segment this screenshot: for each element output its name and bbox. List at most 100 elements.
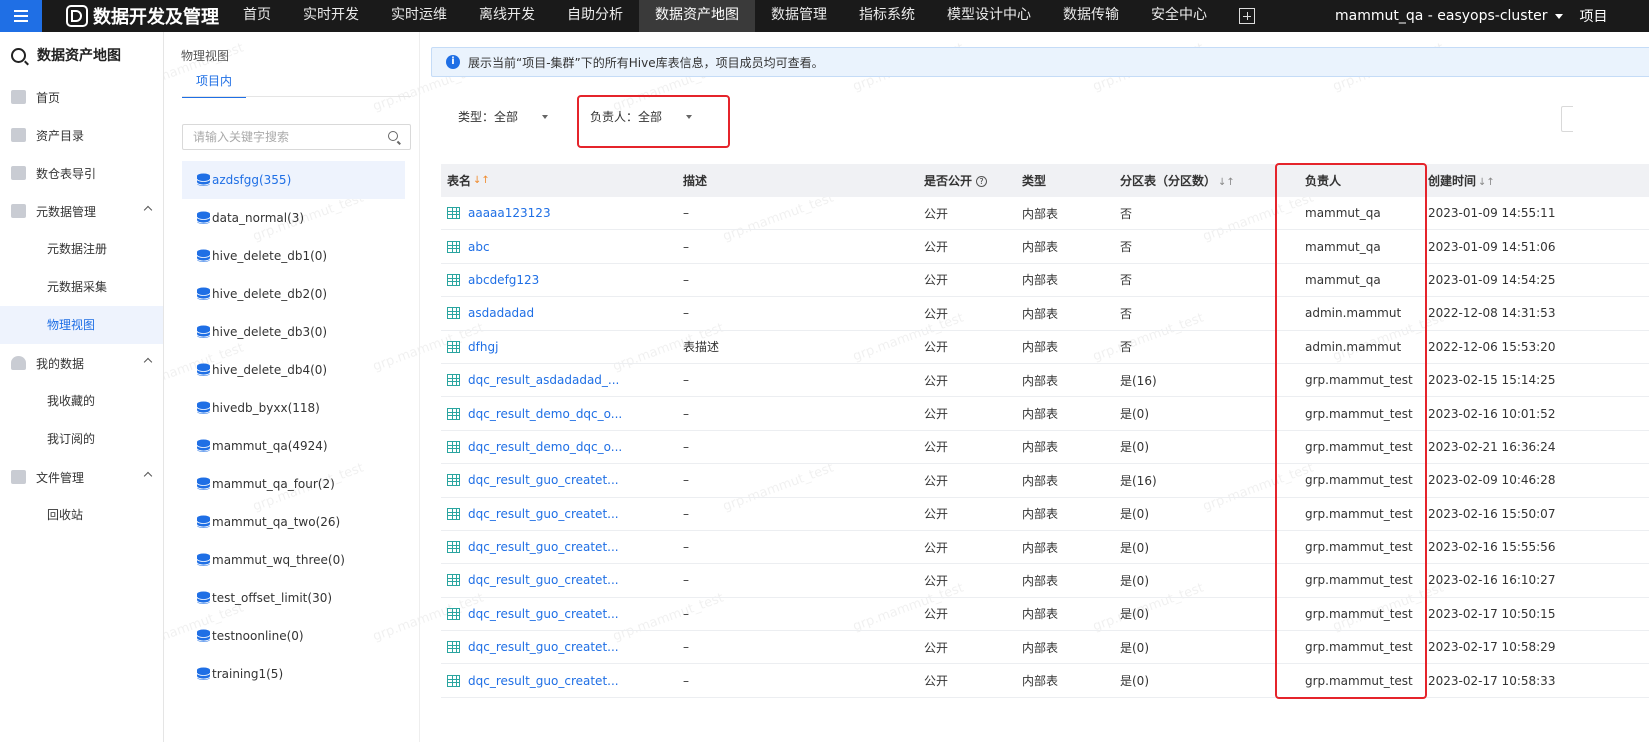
table-name-link[interactable]: dqc_result_guo_createt... [468, 573, 619, 587]
column-header-create-time[interactable]: 创建时间 ↓↑ [1428, 172, 1568, 189]
table-name-link[interactable]: aaaaa123123 [468, 206, 551, 220]
sidebar-group-file-management[interactable]: 文件管理 [0, 458, 163, 496]
cell-public: 公开 [924, 674, 949, 689]
owner-column-highlight [1275, 163, 1427, 699]
nav-item[interactable]: 安全中心 [1135, 0, 1223, 32]
nav-item[interactable]: 数据资产地图 [639, 0, 755, 32]
chevron-down-icon[interactable] [1555, 13, 1564, 19]
tree-item-database[interactable]: hive_delete_db1(0) [182, 237, 405, 275]
cell-create-time: 2022-12-08 14:31:53 [1428, 306, 1556, 321]
nav-item[interactable]: 自助分析 [551, 0, 639, 32]
tree-item-database[interactable]: azdsfgg(355) [182, 161, 405, 199]
nav-project-menu[interactable]: 项目 [1579, 6, 1607, 26]
nav-item[interactable]: 实时开发 [287, 0, 375, 32]
table-row[interactable]: dqc_result_guo_createt... – 公开 内部表 是(0) grp.m… [441, 598, 1649, 632]
table-name-link[interactable]: dqc_result_guo_createt... [468, 640, 619, 654]
nav-item[interactable]: 数据管理 [755, 0, 843, 32]
tree-item-database[interactable]: hivedb_byxx(118) [182, 389, 405, 427]
sort-icon[interactable]: ↓↑ [1478, 177, 1495, 188]
sidebar-item-metadata-collect[interactable]: 元数据采集 [0, 268, 163, 306]
table-row[interactable]: dqc_result_guo_createt... – 公开 内部表 是(16) grp.… [441, 464, 1649, 498]
column-header-name[interactable]: 表名 ↓↑ [441, 172, 677, 189]
tree-item-database[interactable]: hive_delete_db2(0) [182, 275, 405, 313]
help-icon[interactable]: ? [976, 176, 988, 187]
tree-item-database[interactable]: hive_delete_db4(0) [182, 351, 405, 389]
tree-item-database[interactable]: mammut_wq_three(0) [182, 541, 405, 579]
table-row[interactable]: dqc_result_asdadadad_... – 公开 内部表 是(16) grp.m… [441, 364, 1649, 398]
tree-item-database[interactable]: mammut_qa_four(2) [182, 465, 405, 503]
tree-item-database[interactable]: mammut_qa_two(26) [182, 503, 405, 541]
table-row[interactable]: aaaaa123123– 公开 内部表否 mammut_qa 2023-01-09 14… [441, 197, 1649, 231]
cell-name: dqc_result_guo_createt... [441, 507, 677, 521]
table-name-link[interactable]: asdadadad [468, 306, 534, 320]
table-row[interactable]: dfhgj 表描述 公开 内部表否 admin.mammut 2022-12-06 15:… [441, 331, 1649, 364]
table-row[interactable]: dqc_result_guo_createt... – 公开 内部表 是(0) grp.m… [441, 498, 1649, 531]
cell-desc: – [683, 406, 689, 421]
sidebar-item-my-favorites[interactable]: 我收藏的 [0, 382, 163, 420]
nav-item[interactable]: 实时运维 [375, 0, 463, 32]
table-name-link[interactable]: dqc_result_demo_dqc_o... [468, 407, 622, 421]
tree-item-database[interactable]: test_offset_limit(30) [182, 579, 405, 617]
cell-type: 内部表 [1022, 640, 1059, 655]
tree-item-database[interactable]: hive_delete_db3(0) [182, 313, 405, 351]
sidebar-group-metadata[interactable]: 元数据管理 [0, 192, 163, 230]
cell-name: dqc_result_guo_createt... [441, 674, 677, 688]
sidebar-item-asset-catalog[interactable]: 资产目录 [0, 116, 163, 154]
nav-item[interactable]: 数据传输 [1047, 0, 1135, 32]
sidebar-item-metadata-register[interactable]: 元数据注册 [0, 230, 163, 268]
table-name-link[interactable]: dqc_result_guo_createt... [468, 540, 619, 554]
table-name-link[interactable]: dqc_result_guo_createt... [468, 607, 619, 621]
table-name-link[interactable]: dqc_result_demo_dqc_o... [468, 440, 622, 454]
table-name-link[interactable]: dqc_result_guo_createt... [468, 473, 619, 487]
table-row[interactable]: dqc_result_guo_createt... – 公开 内部表 是(0) grp.m… [441, 664, 1649, 698]
search-icon[interactable] [388, 131, 398, 141]
sidebar-item-physical-view[interactable]: 物理视图 [0, 306, 163, 344]
add-tab-icon[interactable] [1239, 8, 1255, 24]
sort-icon[interactable]: ↓↑ [1218, 177, 1235, 188]
sidebar-item-home[interactable]: 首页 [0, 78, 163, 116]
table-name-link[interactable]: abc [468, 240, 490, 254]
cell-create-time: 2023-02-16 10:01:52 [1428, 406, 1556, 421]
tab-in-project[interactable]: 项目内 [182, 72, 246, 98]
table-row[interactable]: asdadadad – 公开 内部表否 admin.mammut 2022-12-08 1… [441, 297, 1649, 331]
sidebar-item-recycle-bin[interactable]: 回收站 [0, 496, 163, 534]
warehouse-icon [11, 166, 26, 180]
table-row[interactable]: abc – 公开 内部表否 mammut_qa 2023-01-09 14:51:06 [441, 230, 1649, 264]
brand-logo-icon [66, 5, 88, 27]
menu-icon[interactable] [0, 0, 42, 32]
sidebar-item-warehouse-guide[interactable]: 数仓表导引 [0, 154, 163, 192]
database-icon [196, 401, 211, 414]
table-name-link[interactable]: abcdefg123 [468, 273, 539, 287]
database-icon [196, 667, 211, 680]
cell-desc: – [683, 573, 689, 588]
toolbar-button-partial[interactable] [1561, 106, 1573, 132]
tree-item-database[interactable]: data_normal(3) [182, 199, 405, 237]
table-icon [447, 407, 460, 420]
user-icon [11, 356, 26, 370]
table-name-link[interactable]: dqc_result_asdadadad_... [468, 373, 619, 387]
sidebar-group-my-data[interactable]: 我的数据 [0, 344, 163, 382]
table-row[interactable]: dqc_result_demo_dqc_o... – 公开 内部表 是(0) grp.ma… [441, 431, 1649, 465]
project-cluster-selector[interactable]: mammut_qa - easyops-cluster [1335, 8, 1547, 24]
column-label: 创建时间 [1428, 174, 1477, 188]
table-name-link[interactable]: dqc_result_guo_createt... [468, 507, 619, 521]
table-name-link[interactable]: dqc_result_guo_createt... [468, 674, 619, 688]
sort-icon[interactable]: ↓↑ [473, 175, 490, 186]
nav-item[interactable]: 首页 [227, 0, 287, 32]
nav-item[interactable]: 指标系统 [843, 0, 931, 32]
table-name-link[interactable]: dfhgj [468, 340, 498, 354]
table-row[interactable]: dqc_result_guo_createt... – 公开 内部表 是(0) grp.m… [441, 564, 1649, 598]
cell-public: 公开 [924, 240, 949, 255]
search-input[interactable] [182, 124, 411, 150]
tree-item-database[interactable]: mammut_qa(4924) [182, 427, 405, 465]
type-filter[interactable]: 类型： 全部 [458, 108, 549, 125]
nav-item[interactable]: 模型设计中心 [931, 0, 1047, 32]
table-row[interactable]: dqc_result_guo_createt... – 公开 内部表 是(0) grp.m… [441, 531, 1649, 565]
nav-item[interactable]: 离线开发 [463, 0, 551, 32]
table-row[interactable]: dqc_result_demo_dqc_o... – 公开 内部表 是(0) grp.ma… [441, 397, 1649, 431]
tree-item-database[interactable]: training1(5) [182, 655, 405, 693]
table-row[interactable]: abcdefg123– 公开 内部表否 mammut_qa 2023-01-09 14:… [441, 264, 1649, 298]
sidebar-item-my-subscriptions[interactable]: 我订阅的 [0, 420, 163, 458]
tree-item-database[interactable]: testnoonline(0) [182, 617, 405, 655]
table-row[interactable]: dqc_result_guo_createt... – 公开 内部表 是(0) grp.m… [441, 631, 1649, 665]
